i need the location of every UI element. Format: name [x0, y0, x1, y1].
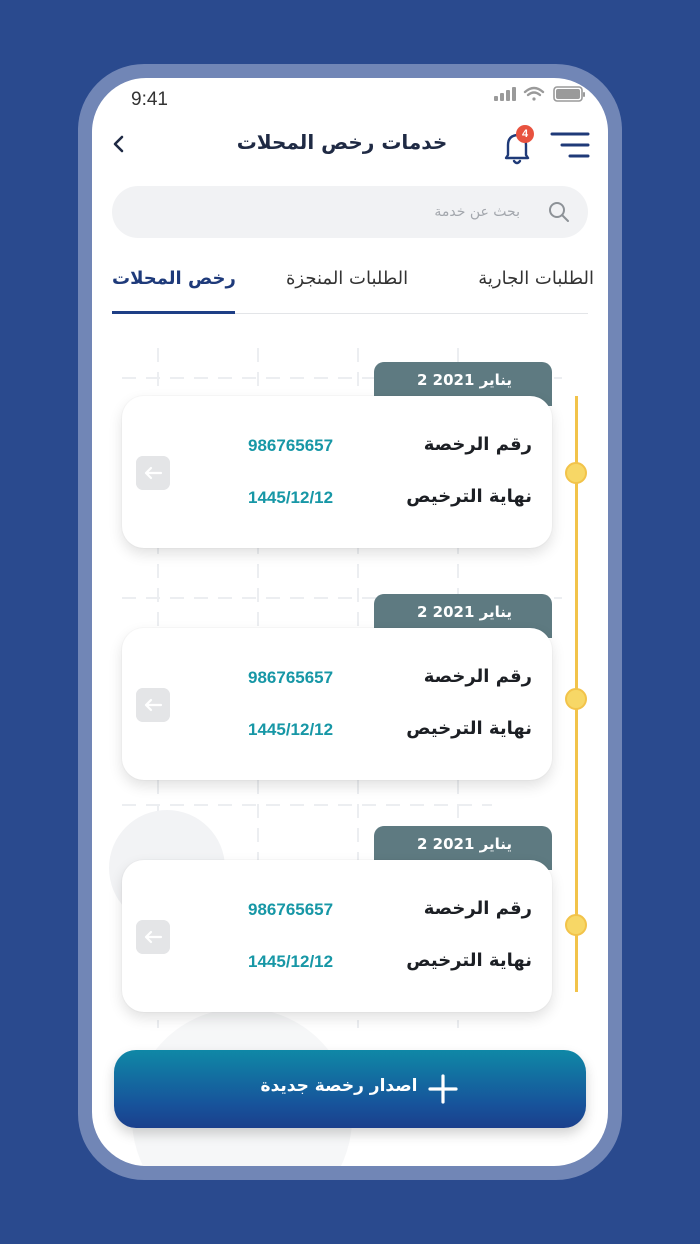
battery-icon — [553, 86, 585, 102]
app-screen: 9:41 خدمات رخص المحلات 4 بحث عن خدمة الط… — [92, 78, 608, 1166]
license-number-row: رقم الرخصة 986765657 — [122, 666, 552, 692]
license-card[interactable]: رقم الرخصة 986765657 نهاية الترخيص 1445/… — [122, 628, 552, 780]
search-bar — [112, 186, 588, 238]
license-expiry-value: 1445/12/12 — [248, 488, 334, 507]
timeline-dot — [565, 914, 587, 936]
notification-badge: 4 — [516, 125, 534, 143]
tab-completed-requests[interactable]: الطلبات المنجزة — [286, 268, 408, 289]
license-expiry-label: نهاية الترخيص — [406, 486, 532, 507]
license-number-label: رقم الرخصة — [423, 666, 532, 687]
arrow-left-icon[interactable] — [136, 920, 170, 954]
chevron-left-icon[interactable] — [106, 130, 132, 158]
arrow-left-icon[interactable] — [136, 688, 170, 722]
license-expiry-value: 1445/12/12 — [248, 720, 334, 739]
license-number-value: 986765657 — [248, 900, 334, 919]
app-header: خدمات رخص المحلات 4 — [92, 122, 608, 182]
timeline-dot — [565, 462, 587, 484]
menu-icon[interactable] — [550, 128, 590, 162]
license-number-row: رقم الرخصة 986765657 — [122, 434, 552, 460]
status-bar: 9:41 — [92, 78, 608, 122]
license-expiry-row: نهاية الترخيص 1445/12/12 — [122, 486, 552, 512]
wifi-icon — [523, 86, 545, 101]
active-tab-indicator — [112, 311, 235, 314]
license-number-label: رقم الرخصة — [423, 898, 532, 919]
license-expiry-label: نهاية الترخيص — [406, 950, 532, 971]
tab-shop-licenses[interactable]: رخص المحلات — [112, 268, 236, 289]
status-icons — [494, 86, 585, 102]
license-number-value: 986765657 — [248, 436, 334, 455]
license-number-row: رقم الرخصة 986765657 — [122, 898, 552, 924]
search-icon[interactable] — [548, 201, 570, 223]
license-expiry-value: 1445/12/12 — [248, 952, 334, 971]
license-expiry-row: نهاية الترخيص 1445/12/12 — [122, 718, 552, 744]
search-input[interactable] — [132, 186, 520, 238]
license-card[interactable]: رقم الرخصة 986765657 نهاية الترخيص 1445/… — [122, 396, 552, 548]
plus-icon — [428, 1074, 458, 1104]
license-number-label: رقم الرخصة — [423, 434, 532, 455]
license-expiry-label: نهاية الترخيص — [406, 718, 532, 739]
arrow-left-icon[interactable] — [136, 456, 170, 490]
license-card[interactable]: رقم الرخصة 986765657 نهاية الترخيص 1445/… — [122, 860, 552, 1012]
page-title: خدمات رخص المحلات — [236, 130, 448, 154]
license-number-value: 986765657 — [248, 668, 334, 687]
timeline-dot — [565, 688, 587, 710]
tab-bar: الطلبات الجارية الطلبات المنجزة رخص المح… — [112, 258, 594, 314]
status-time: 9:41 — [131, 89, 168, 110]
issue-new-license-button[interactable]: اصدار رخصة جديدة — [114, 1050, 586, 1128]
license-expiry-row: نهاية الترخيص 1445/12/12 — [122, 950, 552, 976]
signal-icon — [494, 87, 516, 101]
tab-ongoing-requests[interactable]: الطلبات الجارية — [478, 268, 594, 289]
